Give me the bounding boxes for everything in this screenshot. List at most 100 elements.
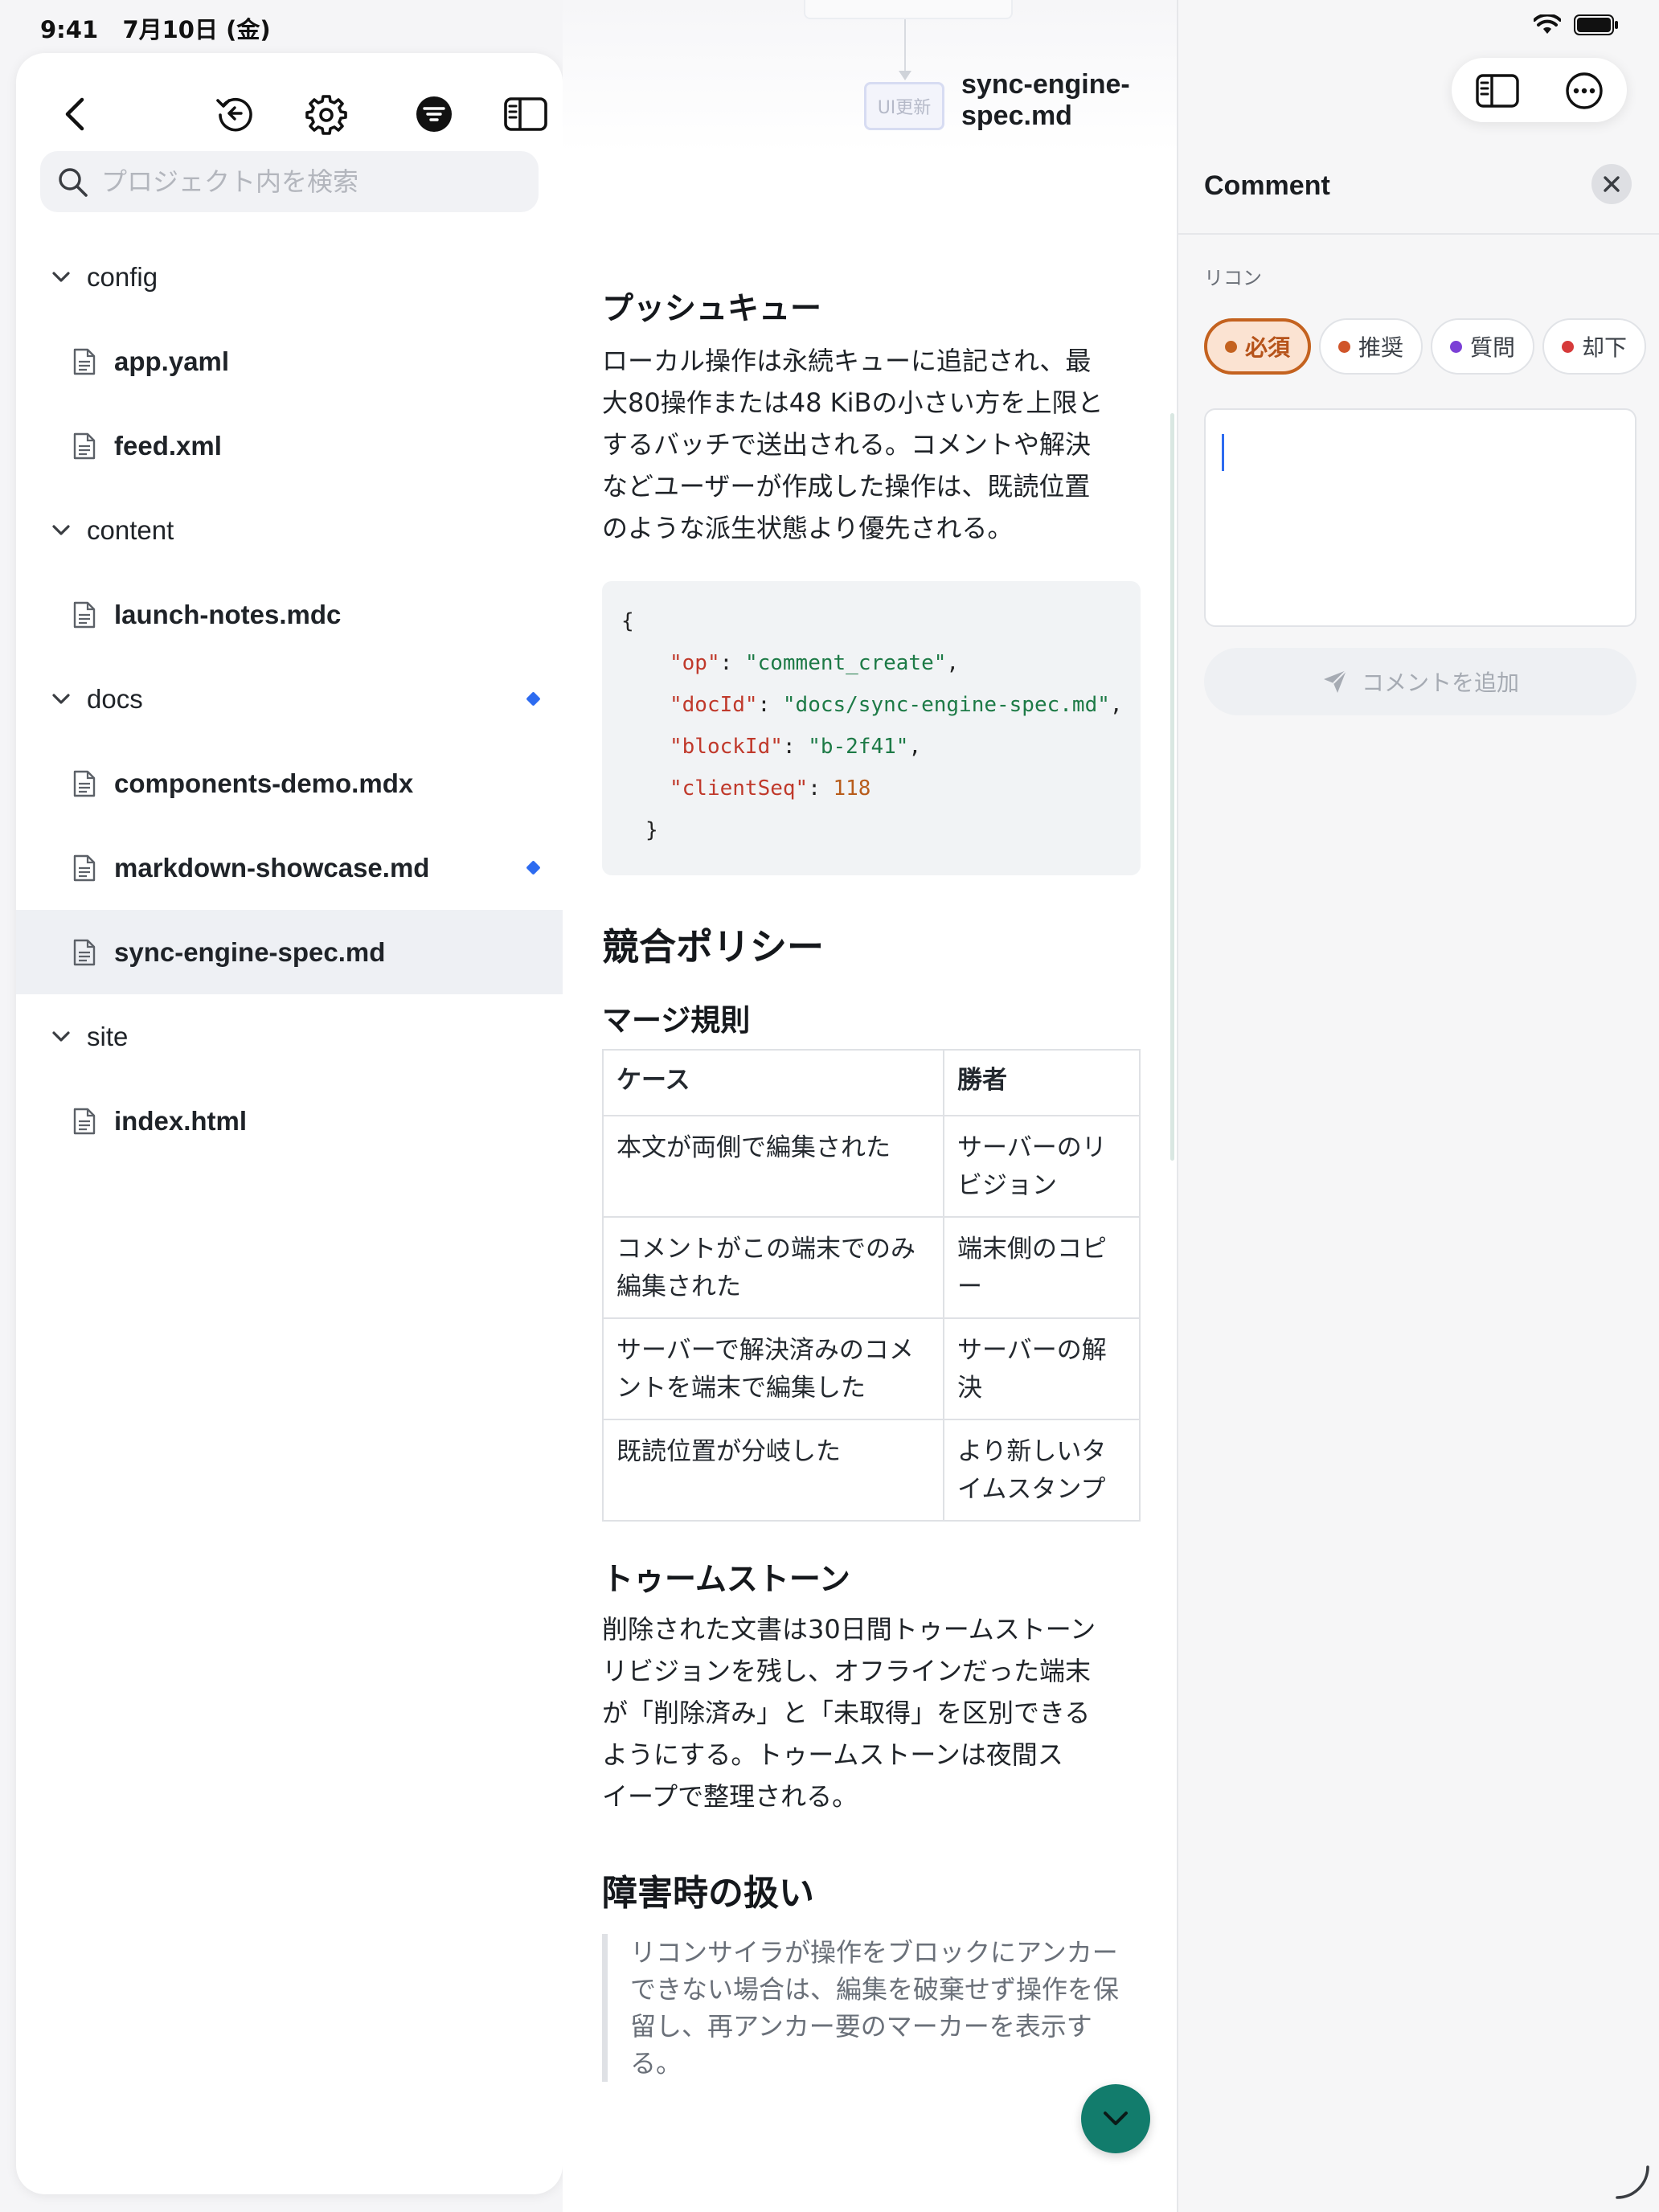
file-row[interactable]: app.yaml xyxy=(16,319,563,403)
document-toolbar xyxy=(1452,58,1627,122)
chevron-down-icon[interactable] xyxy=(48,264,74,290)
file-icon xyxy=(73,601,96,628)
filter-icon xyxy=(416,96,452,132)
file-icon xyxy=(73,854,96,881)
tree-item-label: feed.xml xyxy=(114,430,222,461)
settings-button[interactable] xyxy=(297,85,355,143)
text-line: ようにする。トゥームストーンは夜間ス xyxy=(602,1739,1063,1771)
text-line: するバッチで送出される。コメントや解決 xyxy=(602,428,1092,460)
table-row: サーバーで解決済みのコメントを端末で編集した サーバーの解決 xyxy=(602,1317,1141,1420)
section-heading-failure-handling: 障害時の扱い xyxy=(602,1873,814,1915)
more-button[interactable] xyxy=(1563,69,1606,113)
field-label: リコン xyxy=(1204,267,1262,289)
tree-item-label: config xyxy=(87,261,158,292)
toggle-inspector-button[interactable] xyxy=(1476,69,1519,113)
add-comment-label: コメントを追加 xyxy=(1361,670,1519,696)
tree-item-label: launch-notes.mdc xyxy=(114,599,342,629)
document-title: sync-engine-spec.md xyxy=(961,69,1130,131)
project-search[interactable] xyxy=(40,151,539,212)
sidebar: config app.yaml feed.xml content launch-note… xyxy=(16,53,563,2194)
table-cell: 既読位置が分岐した xyxy=(602,1418,944,1522)
search-icon xyxy=(59,168,88,197)
code-line: } xyxy=(645,817,658,842)
back-button[interactable] xyxy=(47,85,104,143)
tree-item-label: docs xyxy=(87,683,143,714)
diagram-node: UI更新 xyxy=(864,82,944,130)
table-header: ケース xyxy=(602,1048,944,1116)
file-row[interactable]: sync-engine-spec.md xyxy=(16,910,563,994)
tree-item-label: content xyxy=(87,514,174,545)
modified-indicator xyxy=(526,691,541,707)
table-cell: サーバーの解決 xyxy=(943,1317,1141,1420)
file-row[interactable]: components-demo.mdx xyxy=(16,741,563,825)
chevron-left-icon xyxy=(65,97,84,131)
panel-title: Comment xyxy=(1204,170,1330,201)
file-tree: config app.yaml feed.xml content launch-note… xyxy=(16,235,563,1163)
document-view[interactable]: UI更新 sync-engine-spec.md プッシュキュー ローカル操作は… xyxy=(563,0,1177,2212)
chip-label: 必須 xyxy=(1245,334,1291,361)
chevron-down-icon[interactable] xyxy=(48,1024,74,1050)
file-row[interactable]: markdown-showcase.md xyxy=(16,825,563,910)
tree-item-label: index.html xyxy=(114,1105,248,1136)
folder-row[interactable]: config xyxy=(16,235,563,319)
file-row[interactable]: feed.xml xyxy=(16,403,563,488)
text-line: できない場合は、編集を破棄せず操作を保 xyxy=(630,1974,1120,2005)
table-cell: より新しいタイムスタンプ xyxy=(943,1418,1141,1522)
send-icon xyxy=(1323,670,1347,693)
comment-panel-header: Comment xyxy=(1178,153,1659,235)
table-cell: 本文が両側で編集された xyxy=(602,1114,944,1218)
text-line: ローカル操作は永続キューに追記され、最 xyxy=(602,345,1092,376)
code-block: {"op": "comment_create", "docId": "docs/s… xyxy=(602,580,1141,875)
undo-history-icon xyxy=(216,97,252,132)
text-line: 留し、再アンカー要のマーカーを表示す xyxy=(630,2011,1092,2042)
file-icon xyxy=(73,939,96,965)
document-content: プッシュキュー ローカル操作は永続キューに追記され、最 大80操作または48 Ki… xyxy=(602,289,1141,2083)
folder-row[interactable]: content xyxy=(16,488,563,572)
table-cell: 端末側のコピー xyxy=(943,1215,1141,1319)
comment-input[interactable] xyxy=(1204,408,1636,627)
folder-row[interactable]: site xyxy=(16,994,563,1079)
table-cell: サーバーのリビジョン xyxy=(943,1114,1141,1218)
severity-chip[interactable]: 却下 xyxy=(1542,318,1647,375)
text-line: リビジョンを残し、オフラインだった端末 xyxy=(602,1656,1092,1687)
add-comment-button[interactable]: コメントを追加 xyxy=(1204,648,1636,715)
file-icon xyxy=(73,1108,96,1134)
filter-button[interactable] xyxy=(405,85,463,143)
file-icon xyxy=(73,348,96,375)
table-cell: コメントがこの端末でのみ編集された xyxy=(602,1215,944,1319)
wifi-icon xyxy=(1534,14,1561,34)
code-key: "docId" xyxy=(670,692,758,717)
severity-chip[interactable]: 推奨 xyxy=(1319,318,1423,375)
scroll-indicator[interactable] xyxy=(1170,413,1174,1161)
code-line: "op": "comment_create", xyxy=(670,650,960,675)
merge-rules-table: ケース 勝者 本文が両側で編集された サーバーのリビジョン コメントがこの端末でのみ… xyxy=(602,1048,1141,1522)
chevron-down-icon[interactable] xyxy=(48,518,74,543)
severity-chip[interactable]: 必須 xyxy=(1204,318,1312,375)
scroll-down-button[interactable] xyxy=(1081,2084,1150,2153)
tree-item-label: site xyxy=(87,1021,129,1051)
tombstone-paragraph: 削除された文書は30日間トゥームストーン リビジョンを残し、オフラインだった端末が… xyxy=(602,1608,1141,1817)
code-value: "comment_create" xyxy=(744,650,947,675)
text-line: などユーザーが作成した操作は、既読位置 xyxy=(602,470,1091,502)
comment-panel: Comment リコン 必須 推奨 質問 却下 コメントを追加 xyxy=(1177,0,1659,2212)
tree-item-label: sync-engine-spec.md xyxy=(114,936,386,967)
close-button[interactable] xyxy=(1591,164,1632,204)
table-cell: サーバーで解決済みのコメントを端末で編集した xyxy=(602,1317,944,1420)
search-input[interactable] xyxy=(101,151,527,212)
file-icon xyxy=(73,770,96,797)
file-row[interactable]: launch-notes.mdc xyxy=(16,572,563,657)
ellipsis-circle-icon xyxy=(1566,72,1603,109)
folder-row[interactable]: docs xyxy=(16,657,563,741)
resize-handle-icon[interactable] xyxy=(1612,2162,1653,2202)
text-line: イープで整理される。 xyxy=(602,1781,858,1813)
modified-indicator xyxy=(526,860,541,875)
history-button[interactable] xyxy=(206,85,264,143)
severity-chip[interactable]: 質問 xyxy=(1431,318,1535,375)
toggle-sidebar-button[interactable] xyxy=(497,85,555,143)
file-icon xyxy=(73,432,96,459)
chip-label: 推奨 xyxy=(1358,334,1404,361)
chevron-down-icon[interactable] xyxy=(48,686,74,712)
file-row[interactable]: index.html xyxy=(16,1079,563,1163)
chip-label: 却下 xyxy=(1582,334,1628,361)
table-row: 既読位置が分岐した より新しいタイムスタンプ xyxy=(602,1418,1141,1522)
